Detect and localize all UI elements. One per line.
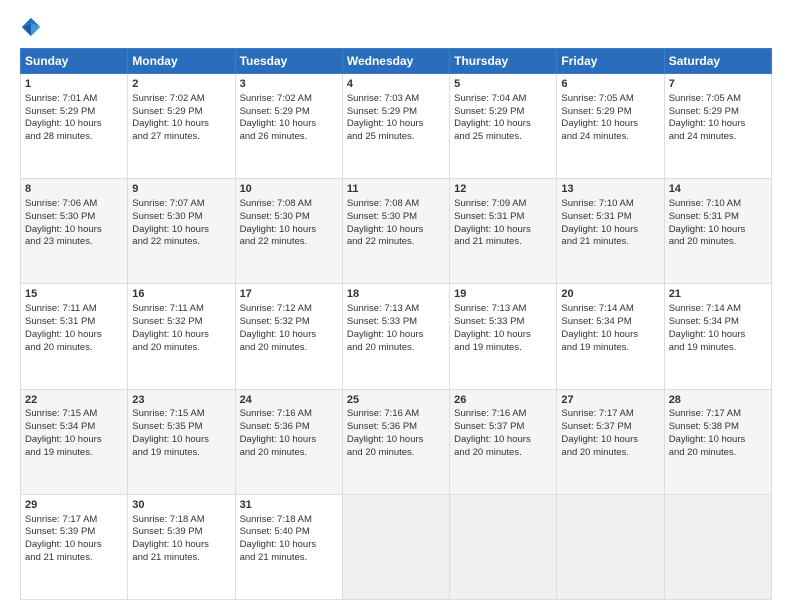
calendar-cell: 20Sunrise: 7:14 AMSunset: 5:34 PMDayligh… xyxy=(557,284,664,389)
day-number: 19 xyxy=(454,287,552,302)
day-number: 27 xyxy=(561,393,659,408)
calendar-cell: 23Sunrise: 7:15 AMSunset: 5:35 PMDayligh… xyxy=(128,389,235,494)
week-row-4: 22Sunrise: 7:15 AMSunset: 5:34 PMDayligh… xyxy=(21,389,772,494)
weekday-sunday: Sunday xyxy=(21,49,128,74)
calendar-cell: 19Sunrise: 7:13 AMSunset: 5:33 PMDayligh… xyxy=(450,284,557,389)
calendar-cell: 27Sunrise: 7:17 AMSunset: 5:37 PMDayligh… xyxy=(557,389,664,494)
week-row-5: 29Sunrise: 7:17 AMSunset: 5:39 PMDayligh… xyxy=(21,494,772,599)
day-number: 10 xyxy=(240,182,338,197)
calendar-cell: 3Sunrise: 7:02 AMSunset: 5:29 PMDaylight… xyxy=(235,74,342,179)
calendar-cell: 7Sunrise: 7:05 AMSunset: 5:29 PMDaylight… xyxy=(664,74,771,179)
day-number: 9 xyxy=(132,182,230,197)
day-number: 30 xyxy=(132,498,230,513)
day-number: 25 xyxy=(347,393,445,408)
calendar-cell: 21Sunrise: 7:14 AMSunset: 5:34 PMDayligh… xyxy=(664,284,771,389)
calendar-cell: 28Sunrise: 7:17 AMSunset: 5:38 PMDayligh… xyxy=(664,389,771,494)
calendar-cell: 18Sunrise: 7:13 AMSunset: 5:33 PMDayligh… xyxy=(342,284,449,389)
weekday-thursday: Thursday xyxy=(450,49,557,74)
calendar-cell xyxy=(664,494,771,599)
day-number: 4 xyxy=(347,77,445,92)
day-number: 5 xyxy=(454,77,552,92)
calendar-cell: 30Sunrise: 7:18 AMSunset: 5:39 PMDayligh… xyxy=(128,494,235,599)
day-number: 2 xyxy=(132,77,230,92)
calendar-cell: 29Sunrise: 7:17 AMSunset: 5:39 PMDayligh… xyxy=(21,494,128,599)
calendar-cell: 26Sunrise: 7:16 AMSunset: 5:37 PMDayligh… xyxy=(450,389,557,494)
calendar-table: SundayMondayTuesdayWednesdayThursdayFrid… xyxy=(20,48,772,600)
calendar-cell: 8Sunrise: 7:06 AMSunset: 5:30 PMDaylight… xyxy=(21,179,128,284)
week-row-1: 1Sunrise: 7:01 AMSunset: 5:29 PMDaylight… xyxy=(21,74,772,179)
day-number: 6 xyxy=(561,77,659,92)
calendar-cell xyxy=(342,494,449,599)
day-number: 31 xyxy=(240,498,338,513)
weekday-tuesday: Tuesday xyxy=(235,49,342,74)
calendar-cell: 11Sunrise: 7:08 AMSunset: 5:30 PMDayligh… xyxy=(342,179,449,284)
day-number: 7 xyxy=(669,77,767,92)
logo xyxy=(20,16,46,38)
calendar-cell: 5Sunrise: 7:04 AMSunset: 5:29 PMDaylight… xyxy=(450,74,557,179)
day-number: 15 xyxy=(25,287,123,302)
day-number: 1 xyxy=(25,77,123,92)
weekday-monday: Monday xyxy=(128,49,235,74)
day-number: 13 xyxy=(561,182,659,197)
weekday-wednesday: Wednesday xyxy=(342,49,449,74)
day-number: 18 xyxy=(347,287,445,302)
day-number: 16 xyxy=(132,287,230,302)
calendar-cell: 9Sunrise: 7:07 AMSunset: 5:30 PMDaylight… xyxy=(128,179,235,284)
calendar-cell: 24Sunrise: 7:16 AMSunset: 5:36 PMDayligh… xyxy=(235,389,342,494)
day-number: 17 xyxy=(240,287,338,302)
weekday-saturday: Saturday xyxy=(664,49,771,74)
calendar-cell: 14Sunrise: 7:10 AMSunset: 5:31 PMDayligh… xyxy=(664,179,771,284)
day-number: 8 xyxy=(25,182,123,197)
day-number: 29 xyxy=(25,498,123,513)
week-row-2: 8Sunrise: 7:06 AMSunset: 5:30 PMDaylight… xyxy=(21,179,772,284)
calendar-cell: 12Sunrise: 7:09 AMSunset: 5:31 PMDayligh… xyxy=(450,179,557,284)
calendar-cell: 13Sunrise: 7:10 AMSunset: 5:31 PMDayligh… xyxy=(557,179,664,284)
header xyxy=(20,16,772,38)
calendar-cell: 31Sunrise: 7:18 AMSunset: 5:40 PMDayligh… xyxy=(235,494,342,599)
calendar-cell: 2Sunrise: 7:02 AMSunset: 5:29 PMDaylight… xyxy=(128,74,235,179)
day-number: 20 xyxy=(561,287,659,302)
day-number: 23 xyxy=(132,393,230,408)
calendar-cell: 16Sunrise: 7:11 AMSunset: 5:32 PMDayligh… xyxy=(128,284,235,389)
calendar-cell xyxy=(557,494,664,599)
day-number: 22 xyxy=(25,393,123,408)
day-number: 14 xyxy=(669,182,767,197)
calendar-cell: 10Sunrise: 7:08 AMSunset: 5:30 PMDayligh… xyxy=(235,179,342,284)
calendar-cell: 22Sunrise: 7:15 AMSunset: 5:34 PMDayligh… xyxy=(21,389,128,494)
calendar-cell: 17Sunrise: 7:12 AMSunset: 5:32 PMDayligh… xyxy=(235,284,342,389)
day-number: 26 xyxy=(454,393,552,408)
day-number: 21 xyxy=(669,287,767,302)
day-number: 11 xyxy=(347,182,445,197)
calendar-cell: 15Sunrise: 7:11 AMSunset: 5:31 PMDayligh… xyxy=(21,284,128,389)
weekday-header-row: SundayMondayTuesdayWednesdayThursdayFrid… xyxy=(21,49,772,74)
calendar-cell xyxy=(450,494,557,599)
logo-icon xyxy=(20,16,42,38)
week-row-3: 15Sunrise: 7:11 AMSunset: 5:31 PMDayligh… xyxy=(21,284,772,389)
calendar-cell: 6Sunrise: 7:05 AMSunset: 5:29 PMDaylight… xyxy=(557,74,664,179)
day-number: 24 xyxy=(240,393,338,408)
page: SundayMondayTuesdayWednesdayThursdayFrid… xyxy=(0,0,792,612)
calendar-cell: 1Sunrise: 7:01 AMSunset: 5:29 PMDaylight… xyxy=(21,74,128,179)
calendar-cell: 25Sunrise: 7:16 AMSunset: 5:36 PMDayligh… xyxy=(342,389,449,494)
day-number: 12 xyxy=(454,182,552,197)
day-number: 3 xyxy=(240,77,338,92)
calendar-cell: 4Sunrise: 7:03 AMSunset: 5:29 PMDaylight… xyxy=(342,74,449,179)
day-number: 28 xyxy=(669,393,767,408)
weekday-friday: Friday xyxy=(557,49,664,74)
